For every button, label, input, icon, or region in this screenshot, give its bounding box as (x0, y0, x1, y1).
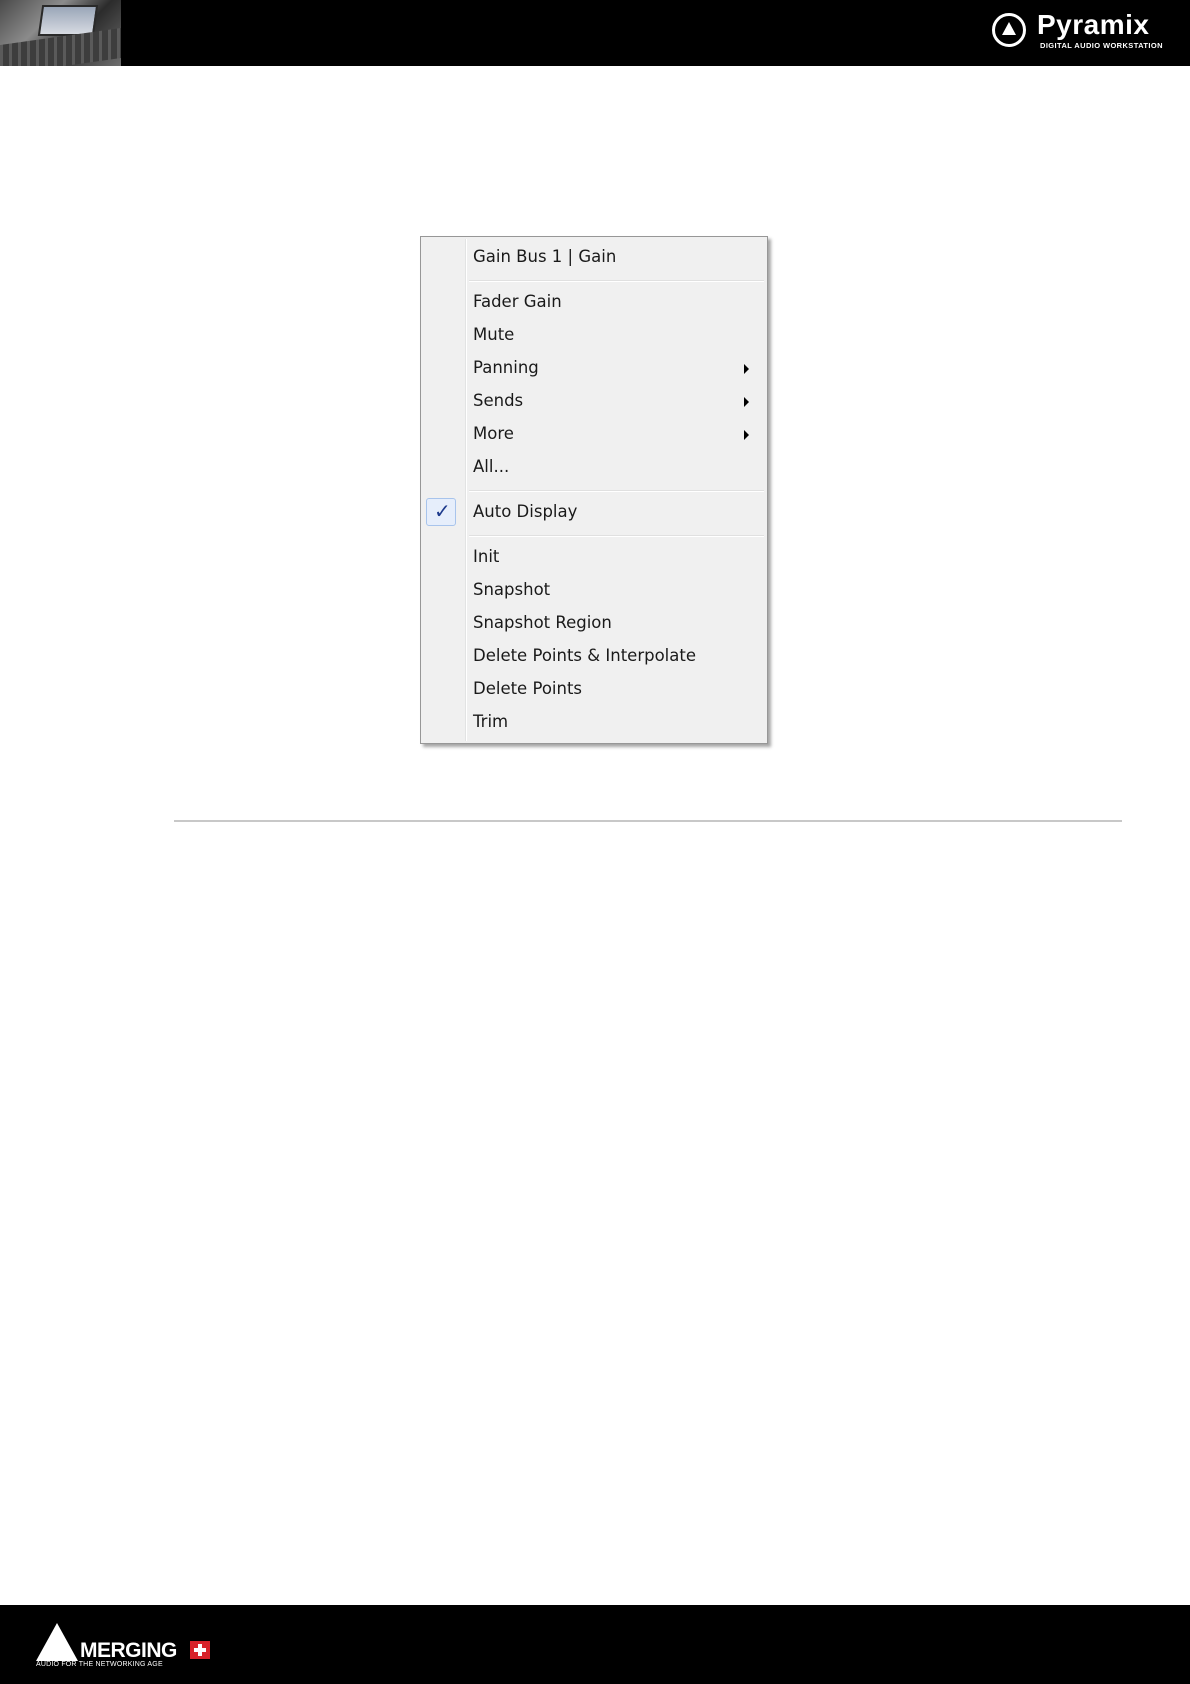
context-menu: Gain Bus 1 | Gain Fader Gain Mute Pannin… (420, 236, 768, 744)
footer-brand-tagline: AUDIO FOR THE NETWORKING AGE (36, 1661, 163, 1668)
menu-item-more[interactable]: More (421, 419, 767, 450)
menu-item-label: Trim (473, 712, 509, 731)
menu-item-label: Auto Display (473, 502, 578, 521)
submenu-arrow-icon (744, 430, 749, 440)
menu-separator (469, 490, 764, 492)
swiss-cross-icon (190, 1641, 210, 1659)
menu-item-label: More (473, 424, 514, 443)
menu-item-label: Snapshot (473, 580, 551, 599)
menu-item-label: Delete Points (473, 679, 583, 698)
footer-brand-name: MERGING (80, 1639, 177, 1662)
brand-tagline: DIGITAL AUDIO WORKSTATION (1040, 41, 1163, 50)
brand-name: Pyramix (1037, 9, 1150, 40)
menu-separator (469, 535, 764, 537)
check-icon: ✓ (434, 499, 451, 523)
check-indicator: ✓ (426, 498, 456, 526)
horizontal-rule (174, 820, 1122, 822)
menu-item-trim[interactable]: Trim (421, 707, 767, 738)
menu-item-panning[interactable]: Panning (421, 353, 767, 384)
menu-item-label: Init (473, 547, 500, 566)
pyramix-logo: Pyramix DIGITAL AUDIO WORKSTATION (992, 9, 1172, 55)
menu-item-label: Snapshot Region (473, 613, 612, 632)
merging-logo-icon (36, 1623, 78, 1661)
menu-item-snapshot-region[interactable]: Snapshot Region (421, 608, 767, 639)
menu-item-auto-display[interactable]: ✓ Auto Display (421, 497, 767, 528)
menu-item-sends[interactable]: Sends (421, 386, 767, 417)
menu-item-label: Sends (473, 391, 524, 410)
menu-item-mute[interactable]: Mute (421, 320, 767, 351)
menu-item-init[interactable]: Init (421, 542, 767, 573)
menu-title-label: Gain Bus 1 | Gain (473, 247, 617, 266)
menu-item-snapshot[interactable]: Snapshot (421, 575, 767, 606)
header-photo (0, 0, 121, 66)
menu-item-label: Mute (473, 325, 515, 344)
page-header: Pyramix DIGITAL AUDIO WORKSTATION (0, 0, 1190, 66)
menu-title[interactable]: Gain Bus 1 | Gain (421, 242, 767, 273)
menu-separator (469, 280, 764, 282)
menu-item-all[interactable]: All... (421, 452, 767, 483)
submenu-arrow-icon (744, 397, 749, 407)
menu-item-fader-gain[interactable]: Fader Gain (421, 287, 767, 318)
menu-item-label: Delete Points & Interpolate (473, 646, 696, 665)
pyramix-logo-icon (992, 13, 1026, 47)
submenu-arrow-icon (744, 364, 749, 374)
menu-item-delete-points[interactable]: Delete Points (421, 674, 767, 705)
menu-item-delete-points-interpolate[interactable]: Delete Points & Interpolate (421, 641, 767, 672)
menu-item-label: All... (473, 457, 510, 476)
menu-item-label: Fader Gain (473, 292, 562, 311)
merging-logo: MERGING AUDIO FOR THE NETWORKING AGE (36, 1623, 226, 1673)
menu-item-label: Panning (473, 358, 539, 377)
page-footer: MERGING AUDIO FOR THE NETWORKING AGE (0, 1605, 1190, 1684)
